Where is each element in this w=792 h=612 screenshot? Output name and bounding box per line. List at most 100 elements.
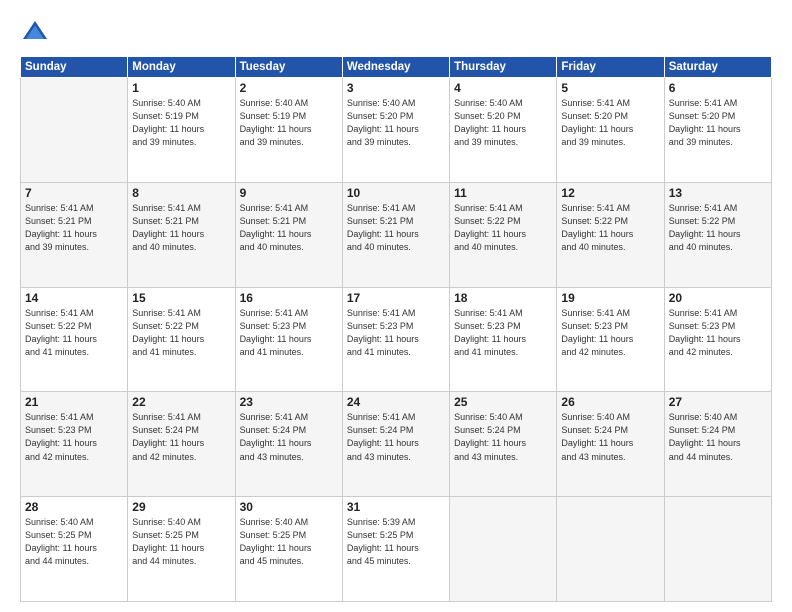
calendar-cell: 29 Sunrise: 5:40 AM Sunset: 5:25 PM Dayli… [128,497,235,602]
day-info: Sunrise: 5:40 AM Sunset: 5:24 PM Dayligh… [561,411,659,463]
day-info: Sunrise: 5:40 AM Sunset: 5:24 PM Dayligh… [454,411,552,463]
calendar-cell: 3 Sunrise: 5:40 AM Sunset: 5:20 PM Daylig… [342,78,449,183]
day-info: Sunrise: 5:41 AM Sunset: 5:23 PM Dayligh… [561,307,659,359]
day-number: 7 [25,186,123,200]
day-number: 13 [669,186,767,200]
calendar-cell: 23 Sunrise: 5:41 AM Sunset: 5:24 PM Dayli… [235,392,342,497]
day-number: 9 [240,186,338,200]
day-info: Sunrise: 5:41 AM Sunset: 5:23 PM Dayligh… [454,307,552,359]
day-info: Sunrise: 5:41 AM Sunset: 5:24 PM Dayligh… [240,411,338,463]
day-info: Sunrise: 5:41 AM Sunset: 5:23 PM Dayligh… [25,411,123,463]
calendar-cell [450,497,557,602]
day-number: 3 [347,81,445,95]
calendar-cell: 25 Sunrise: 5:40 AM Sunset: 5:24 PM Dayli… [450,392,557,497]
calendar-week-2: 7 Sunrise: 5:41 AM Sunset: 5:21 PM Daylig… [21,182,772,287]
logo-icon [20,18,50,48]
day-number: 1 [132,81,230,95]
calendar-cell: 19 Sunrise: 5:41 AM Sunset: 5:23 PM Dayli… [557,287,664,392]
day-info: Sunrise: 5:41 AM Sunset: 5:22 PM Dayligh… [132,307,230,359]
calendar-cell: 28 Sunrise: 5:40 AM Sunset: 5:25 PM Dayli… [21,497,128,602]
day-number: 8 [132,186,230,200]
day-number: 30 [240,500,338,514]
calendar-cell: 17Sunrise: 5:41 AM Sunset: 5:23 PM Dayli… [342,287,449,392]
calendar-week-3: 14 Sunrise: 5:41 AM Sunset: 5:22 PM Dayli… [21,287,772,392]
calendar-cell: 13 Sunrise: 5:41 AM Sunset: 5:22 PM Dayli… [664,182,771,287]
calendar-cell: 6Sunrise: 5:41 AM Sunset: 5:20 PM Daylig… [664,78,771,183]
calendar-cell: 5 Sunrise: 5:41 AM Sunset: 5:20 PM Daylig… [557,78,664,183]
calendar-cell: 16 Sunrise: 5:41 AM Sunset: 5:23 PM Dayli… [235,287,342,392]
calendar-cell: 24 Sunrise: 5:41 AM Sunset: 5:24 PM Dayli… [342,392,449,497]
calendar-header-saturday: Saturday [664,57,771,78]
day-number: 26 [561,395,659,409]
day-number: 20 [669,291,767,305]
calendar-cell [21,78,128,183]
day-info: Sunrise: 5:41 AM Sunset: 5:22 PM Dayligh… [454,202,552,254]
calendar-cell: 12Sunrise: 5:41 AM Sunset: 5:22 PM Dayli… [557,182,664,287]
calendar-cell: 27Sunrise: 5:40 AM Sunset: 5:24 PM Dayli… [664,392,771,497]
day-info: Sunrise: 5:41 AM Sunset: 5:22 PM Dayligh… [25,307,123,359]
day-info: Sunrise: 5:41 AM Sunset: 5:21 PM Dayligh… [347,202,445,254]
day-number: 29 [132,500,230,514]
day-info: Sunrise: 5:41 AM Sunset: 5:23 PM Dayligh… [240,307,338,359]
calendar-week-5: 28 Sunrise: 5:40 AM Sunset: 5:25 PM Dayli… [21,497,772,602]
calendar-cell: 20 Sunrise: 5:41 AM Sunset: 5:23 PM Dayli… [664,287,771,392]
calendar-cell: 14 Sunrise: 5:41 AM Sunset: 5:22 PM Dayli… [21,287,128,392]
day-number: 31 [347,500,445,514]
day-info: Sunrise: 5:40 AM Sunset: 5:25 PM Dayligh… [25,516,123,568]
day-info: Sunrise: 5:41 AM Sunset: 5:21 PM Dayligh… [132,202,230,254]
day-number: 15 [132,291,230,305]
page: SundayMondayTuesdayWednesdayThursdayFrid… [0,0,792,612]
day-number: 24 [347,395,445,409]
day-info: Sunrise: 5:41 AM Sunset: 5:23 PM Dayligh… [347,307,445,359]
calendar-cell: 4Sunrise: 5:40 AM Sunset: 5:20 PM Daylig… [450,78,557,183]
calendar-cell: 21Sunrise: 5:41 AM Sunset: 5:23 PM Dayli… [21,392,128,497]
day-number: 10 [347,186,445,200]
calendar-header-thursday: Thursday [450,57,557,78]
calendar-cell: 15 Sunrise: 5:41 AM Sunset: 5:22 PM Dayli… [128,287,235,392]
calendar-cell: 8 Sunrise: 5:41 AM Sunset: 5:21 PM Daylig… [128,182,235,287]
day-number: 11 [454,186,552,200]
calendar-cell: 7 Sunrise: 5:41 AM Sunset: 5:21 PM Daylig… [21,182,128,287]
day-info: Sunrise: 5:41 AM Sunset: 5:23 PM Dayligh… [669,307,767,359]
calendar: SundayMondayTuesdayWednesdayThursdayFrid… [20,56,772,602]
day-info: Sunrise: 5:40 AM Sunset: 5:20 PM Dayligh… [347,97,445,149]
day-number: 16 [240,291,338,305]
calendar-cell: 2Sunrise: 5:40 AM Sunset: 5:19 PM Daylig… [235,78,342,183]
calendar-header-tuesday: Tuesday [235,57,342,78]
day-info: Sunrise: 5:40 AM Sunset: 5:19 PM Dayligh… [132,97,230,149]
day-info: Sunrise: 5:40 AM Sunset: 5:25 PM Dayligh… [240,516,338,568]
calendar-cell: 31 Sunrise: 5:39 AM Sunset: 5:25 PM Dayli… [342,497,449,602]
calendar-cell: 22 Sunrise: 5:41 AM Sunset: 5:24 PM Dayli… [128,392,235,497]
day-number: 22 [132,395,230,409]
calendar-cell: 11 Sunrise: 5:41 AM Sunset: 5:22 PM Dayli… [450,182,557,287]
calendar-header-row: SundayMondayTuesdayWednesdayThursdayFrid… [21,57,772,78]
calendar-header-friday: Friday [557,57,664,78]
day-number: 14 [25,291,123,305]
day-number: 28 [25,500,123,514]
day-number: 4 [454,81,552,95]
day-number: 12 [561,186,659,200]
day-info: Sunrise: 5:41 AM Sunset: 5:22 PM Dayligh… [669,202,767,254]
calendar-cell: 1 Sunrise: 5:40 AM Sunset: 5:19 PM Daylig… [128,78,235,183]
day-number: 6 [669,81,767,95]
calendar-cell: 9 Sunrise: 5:41 AM Sunset: 5:21 PM Daylig… [235,182,342,287]
day-info: Sunrise: 5:41 AM Sunset: 5:21 PM Dayligh… [25,202,123,254]
day-info: Sunrise: 5:41 AM Sunset: 5:24 PM Dayligh… [132,411,230,463]
day-number: 2 [240,81,338,95]
day-info: Sunrise: 5:41 AM Sunset: 5:21 PM Dayligh… [240,202,338,254]
day-number: 23 [240,395,338,409]
day-info: Sunrise: 5:40 AM Sunset: 5:24 PM Dayligh… [669,411,767,463]
day-number: 25 [454,395,552,409]
day-info: Sunrise: 5:40 AM Sunset: 5:25 PM Dayligh… [132,516,230,568]
day-info: Sunrise: 5:41 AM Sunset: 5:20 PM Dayligh… [561,97,659,149]
calendar-cell: 30 Sunrise: 5:40 AM Sunset: 5:25 PM Dayli… [235,497,342,602]
day-number: 18 [454,291,552,305]
calendar-week-4: 21Sunrise: 5:41 AM Sunset: 5:23 PM Dayli… [21,392,772,497]
calendar-cell [664,497,771,602]
day-info: Sunrise: 5:39 AM Sunset: 5:25 PM Dayligh… [347,516,445,568]
day-number: 19 [561,291,659,305]
calendar-cell: 10 Sunrise: 5:41 AM Sunset: 5:21 PM Dayli… [342,182,449,287]
day-info: Sunrise: 5:41 AM Sunset: 5:24 PM Dayligh… [347,411,445,463]
calendar-header-monday: Monday [128,57,235,78]
day-number: 5 [561,81,659,95]
